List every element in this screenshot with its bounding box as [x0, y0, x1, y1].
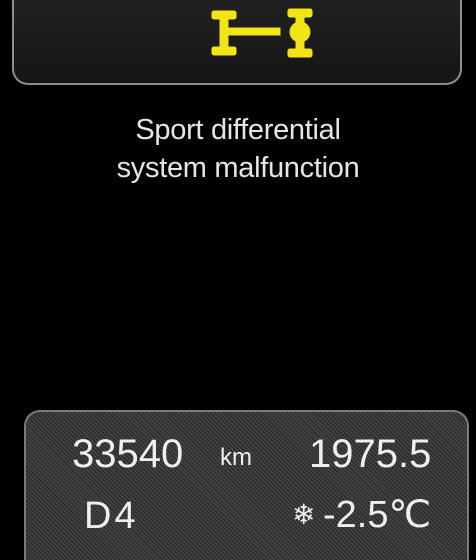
snowflake-icon: ❄	[292, 499, 316, 530]
trip-info-panel: 33540 km 1975.5 D4 ❄ -2.5℃	[24, 410, 469, 560]
warning-message-line-1: Sport differential	[135, 114, 341, 146]
distance-unit: km	[220, 444, 252, 471]
instrument-cluster-display: Sport differential system malfunction 33…	[0, 0, 476, 560]
warning-icon-panel	[12, 0, 462, 85]
gear-indicator: D4	[84, 495, 139, 537]
outside-temperature: -2.5℃	[323, 494, 432, 536]
odometer-value: 33540	[72, 432, 184, 476]
warning-message-line-2: system malfunction	[116, 152, 360, 184]
sport-differential-icon	[211, 8, 313, 58]
trip-meter-value: 1975.5	[309, 432, 432, 476]
